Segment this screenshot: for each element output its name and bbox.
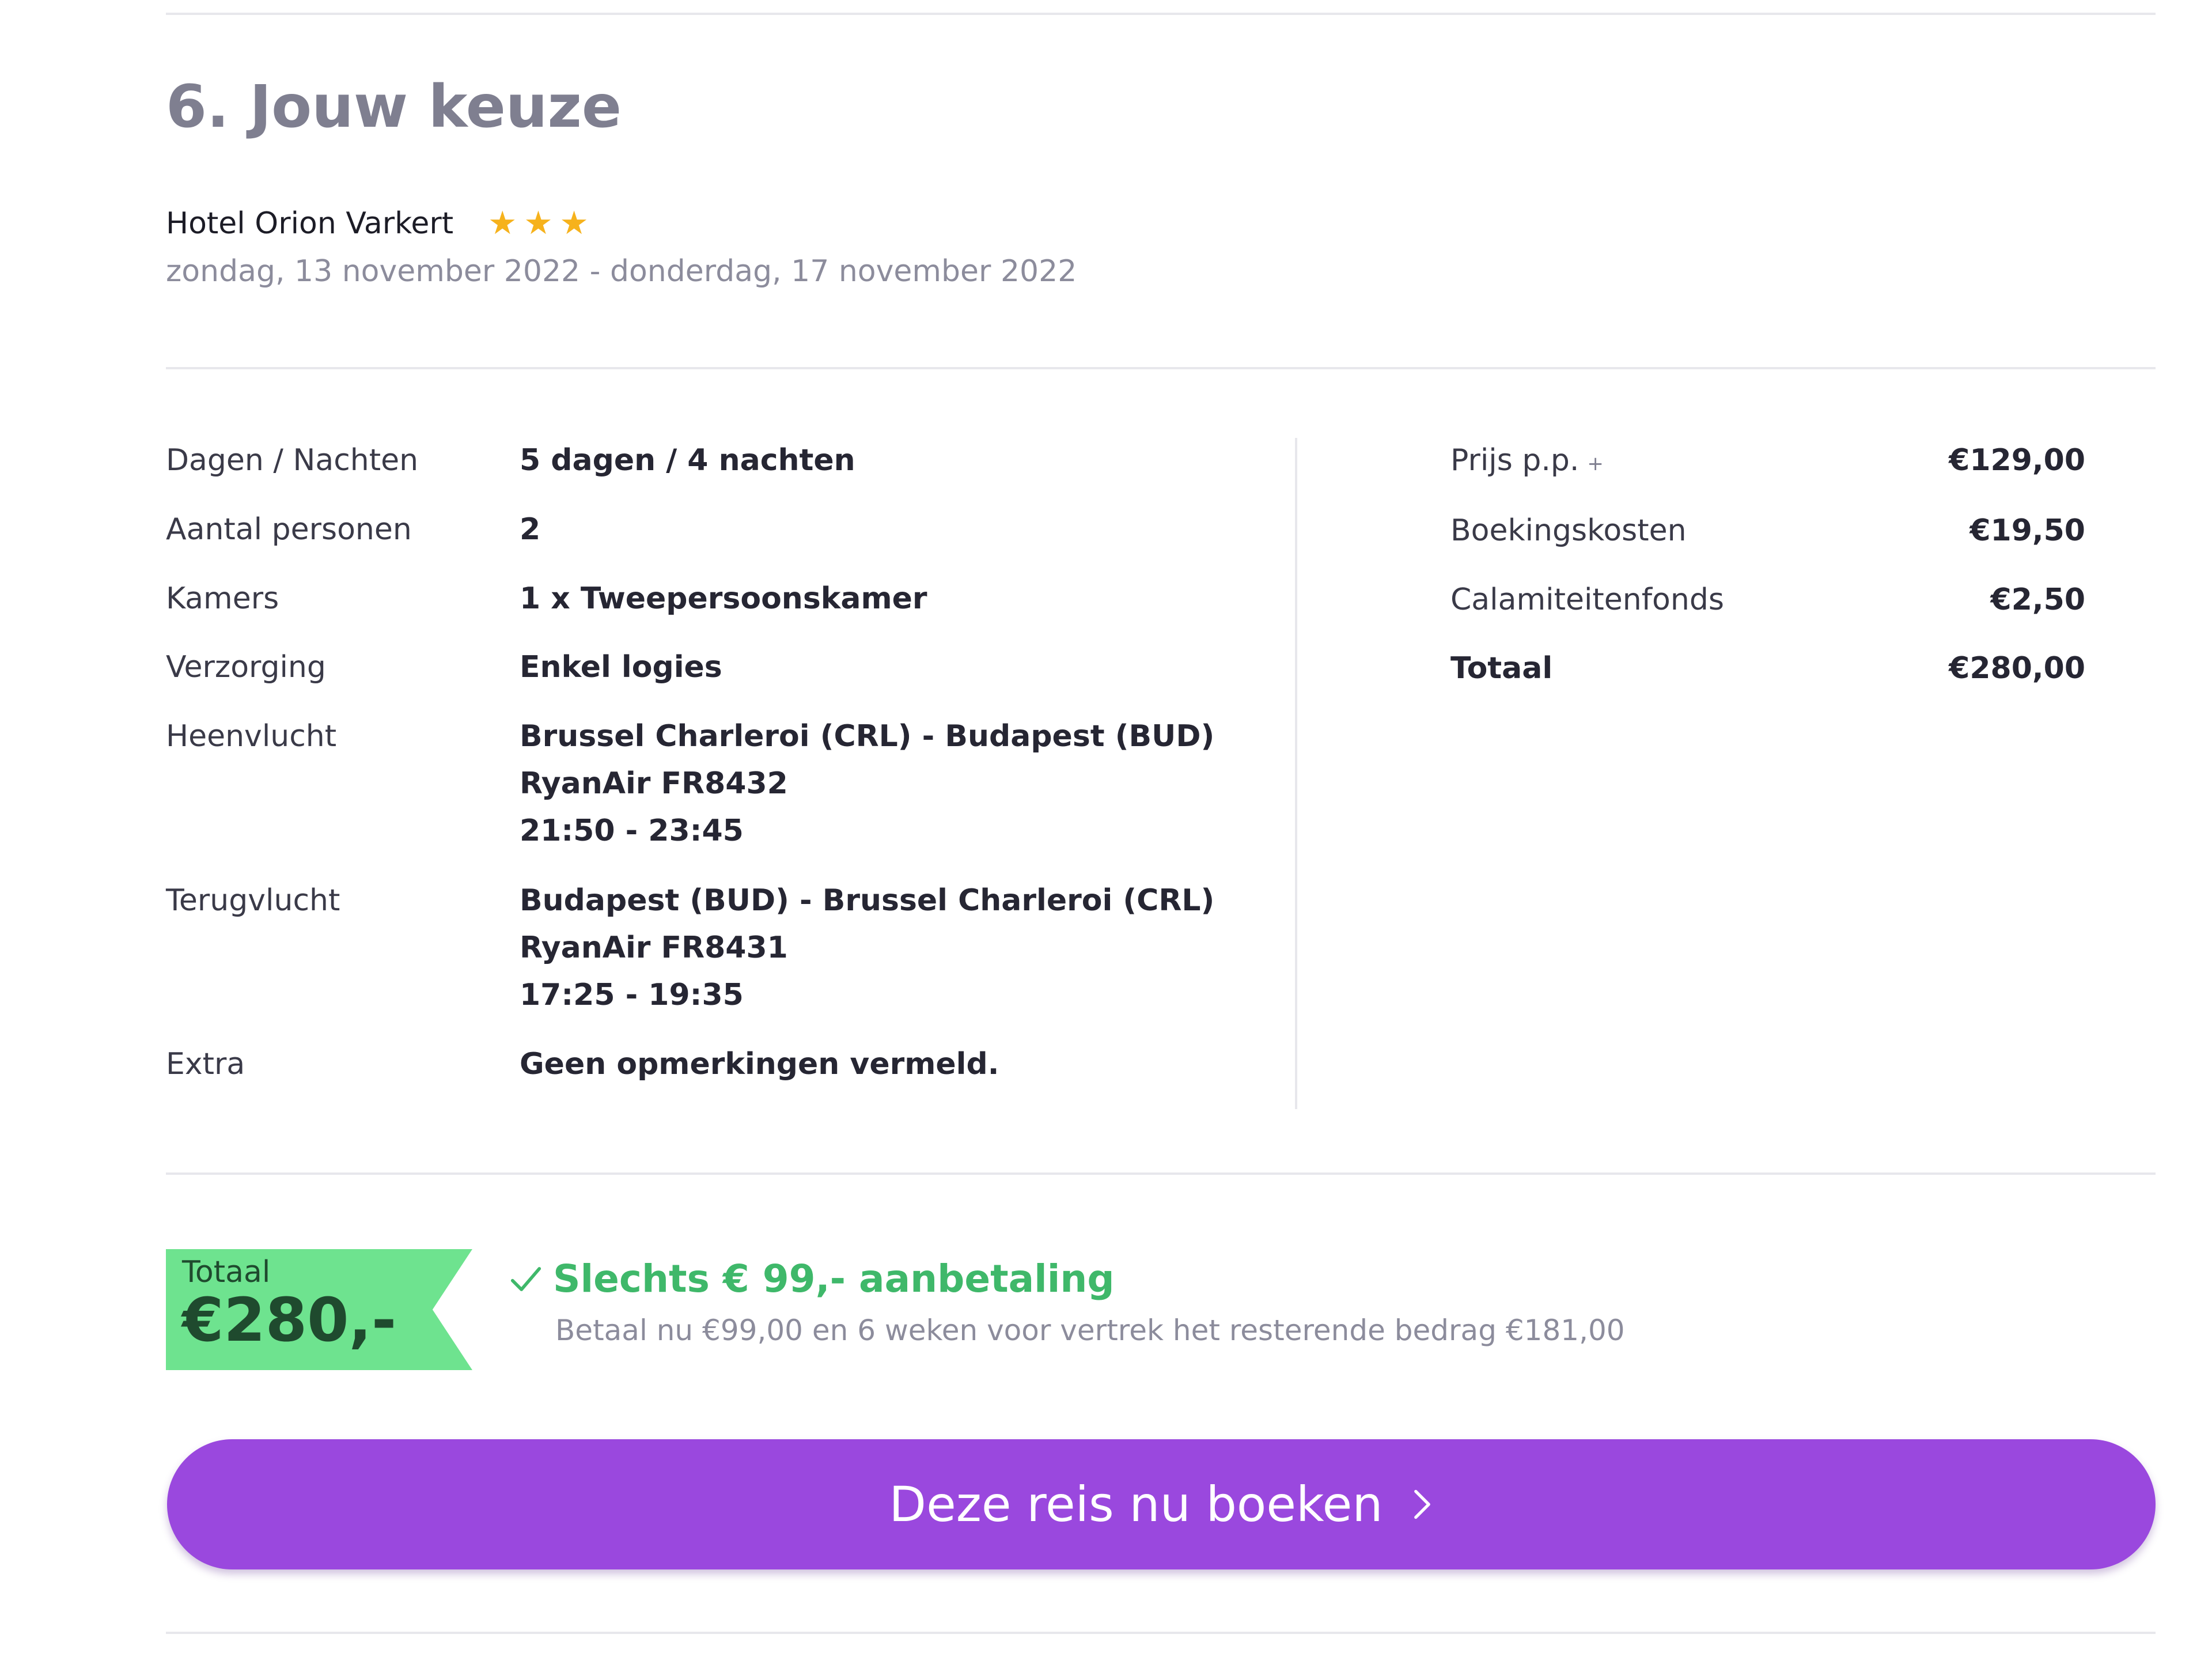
price-label: Boekingskosten <box>1450 513 1687 548</box>
book-trip-button[interactable]: Deze reis nu boeken <box>167 1439 2156 1569</box>
detail-value: Budapest (BUD) - Brussel Charleroi (CRL)… <box>520 883 1215 1012</box>
star-icon: ★ <box>488 205 517 243</box>
total-price-badge: Totaal €280,- <box>166 1249 472 1370</box>
detail-value: 5 dagen / 4 nachten <box>520 443 855 478</box>
detail-label: Aantal personen <box>166 512 412 547</box>
detail-label: Verzorging <box>166 650 326 684</box>
price-value: €19,50 <box>1969 513 2085 548</box>
book-button-label: Deze reis nu boeken <box>889 1476 1383 1533</box>
detail-label: Terugvlucht <box>166 883 340 918</box>
hotel-star-rating: ★ ★ ★ <box>488 207 596 240</box>
column-divider <box>1295 438 1297 1109</box>
deposit-subtitle: Betaal nu €99,00 en 6 weken voor vertrek… <box>555 1314 1625 1347</box>
price-value: €2,50 <box>1990 582 2085 617</box>
price-info-toggle[interactable]: + <box>1587 452 1604 475</box>
detail-label: Dagen / Nachten <box>166 443 419 478</box>
deposit-info: Slechts € 99,- aanbetaling <box>508 1256 1115 1302</box>
price-label: Prijs p.p. + <box>1450 443 1604 478</box>
deposit-title: Slechts € 99,- aanbetaling <box>553 1257 1115 1301</box>
travel-dates: zondag, 13 november 2022 - donderdag, 17… <box>166 254 1077 289</box>
detail-value: 2 <box>520 512 541 547</box>
price-value: €280,00 <box>1949 651 2085 686</box>
star-icon: ★ <box>524 205 553 243</box>
top-divider <box>166 13 2156 15</box>
badge-amount: €280,- <box>182 1285 397 1355</box>
star-icon: ★ <box>559 205 589 243</box>
detail-label: Kamers <box>166 581 279 616</box>
booking-summary-page: 6. Jouw keuze Hotel Orion Varkert ★ ★ ★ … <box>0 0 2212 1653</box>
chevron-right-icon <box>1414 1489 1430 1519</box>
hotel-header: Hotel Orion Varkert ★ ★ ★ <box>166 206 596 241</box>
price-label: Totaal <box>1450 651 1553 686</box>
price-label: Calamiteitenfonds <box>1450 582 1724 617</box>
bottom-divider <box>166 1632 2156 1634</box>
detail-label: Extra <box>166 1047 245 1081</box>
detail-value: Geen opmerkingen vermeld. <box>520 1047 999 1081</box>
price-value: €129,00 <box>1949 443 2085 478</box>
check-icon <box>510 1266 541 1291</box>
detail-label: Heenvlucht <box>166 719 337 754</box>
detail-value: 1 x Tweepersoonskamer <box>520 581 927 616</box>
badge-label: Totaal <box>182 1255 271 1289</box>
summary-divider <box>166 1172 2156 1175</box>
section-title: 6. Jouw keuze <box>166 73 622 141</box>
hotel-name: Hotel Orion Varkert <box>166 206 454 241</box>
detail-value: Enkel logies <box>520 650 722 684</box>
header-divider <box>166 367 2156 369</box>
detail-value: Brussel Charleroi (CRL) - Budapest (BUD)… <box>520 719 1215 848</box>
